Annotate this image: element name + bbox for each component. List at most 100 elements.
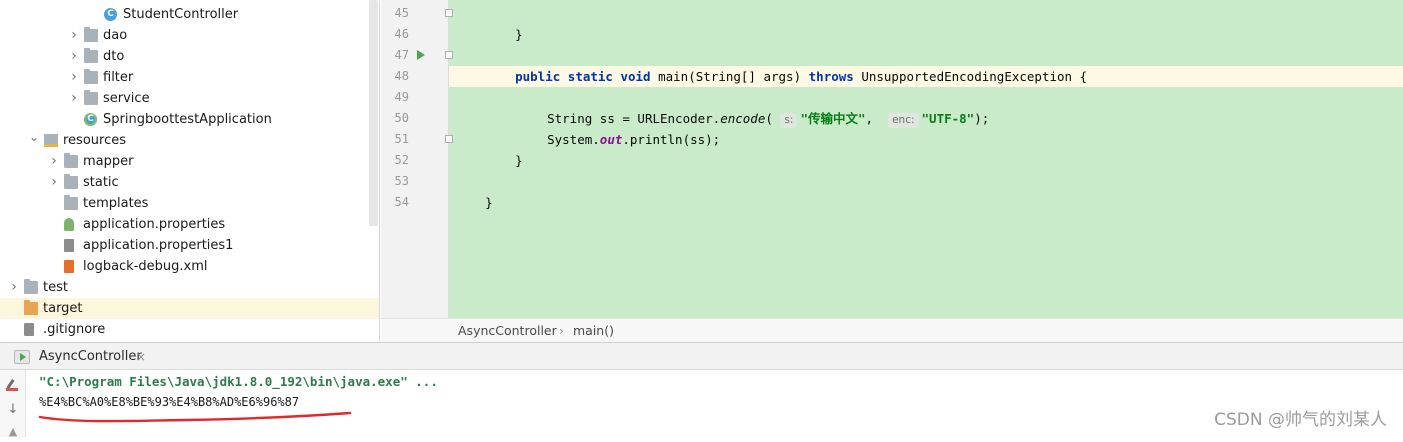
tree-item-label: templates bbox=[83, 196, 149, 211]
chevron-right-icon[interactable]: › bbox=[68, 46, 80, 67]
tree-item-label: SpringboottestApplication bbox=[103, 112, 272, 127]
method-signature: main(String[] args) bbox=[658, 69, 802, 84]
tree-item[interactable]: .gitignore bbox=[0, 319, 379, 340]
exception-type: UnsupportedEncodingException { bbox=[861, 69, 1088, 84]
console-command-line: "C:\Program Files\Java\jdk1.8.0_192\bin\… bbox=[39, 374, 438, 389]
tree-item-label: .gitignore bbox=[43, 322, 106, 337]
run-tab-label: AsyncController bbox=[39, 349, 142, 364]
breadcrumb-separator: › bbox=[559, 323, 564, 338]
tree-item[interactable]: › filter bbox=[0, 67, 379, 88]
folder-icon bbox=[24, 279, 38, 294]
tree-item-label: filter bbox=[103, 70, 134, 85]
watermark: CSDN @帅气的刘某人 bbox=[1214, 410, 1387, 430]
tree-item[interactable]: templates bbox=[0, 193, 379, 214]
red-underline-annotation bbox=[38, 411, 352, 423]
line-number: 49 bbox=[394, 90, 409, 104]
folder-icon bbox=[84, 27, 98, 42]
arrow-up-icon[interactable]: ▲ bbox=[5, 426, 21, 442]
line-number: 47 bbox=[394, 48, 409, 62]
chevron-right-icon[interactable]: › bbox=[68, 67, 80, 88]
code-line-47[interactable]: public static void main(String[] args) t… bbox=[455, 45, 1087, 84]
line-number: 46 bbox=[394, 27, 409, 41]
line-number: 54 bbox=[394, 195, 409, 209]
fold-icon[interactable] bbox=[445, 51, 453, 59]
tree-item-label: logback-debug.xml bbox=[83, 259, 208, 274]
resources-folder-icon bbox=[44, 134, 58, 147]
chevron-down-icon[interactable]: ⌄ bbox=[28, 130, 40, 151]
xml-file-icon bbox=[64, 260, 74, 273]
line-number: 50 bbox=[394, 111, 409, 125]
tree-item-label: static bbox=[83, 175, 119, 190]
string-literal-utf8: "UTF-8" bbox=[921, 111, 975, 126]
param-hint-s: s: bbox=[780, 113, 798, 128]
breadcrumb-method[interactable]: main() bbox=[573, 319, 614, 343]
class-icon: C bbox=[104, 8, 117, 21]
throws-keyword: throws bbox=[808, 69, 854, 84]
breadcrumb: AsyncController › main() bbox=[381, 318, 1403, 342]
run-toolbar: ↓ ▲ bbox=[0, 370, 26, 438]
code-line-53[interactable]: } bbox=[455, 171, 493, 210]
spring-class-icon: C bbox=[84, 113, 97, 126]
code-line-45[interactable]: } bbox=[455, 3, 523, 42]
tree-item[interactable]: › dao bbox=[0, 25, 379, 46]
spring-properties-icon bbox=[64, 218, 74, 231]
chevron-right-icon[interactable]: › bbox=[48, 172, 60, 193]
out-field: out bbox=[599, 132, 623, 147]
keyword: public static void bbox=[515, 69, 651, 84]
tree-item-label: test bbox=[43, 280, 68, 295]
tree-item[interactable]: application.properties1 bbox=[0, 235, 379, 256]
tree-item[interactable]: application.properties bbox=[0, 214, 379, 235]
tree-item-label: resources bbox=[63, 133, 127, 148]
code-line-51[interactable]: } bbox=[455, 129, 523, 168]
pencil-icon[interactable] bbox=[5, 378, 21, 394]
folder-icon bbox=[84, 90, 98, 105]
tree-item[interactable]: › mapper bbox=[0, 151, 379, 172]
line-number: 53 bbox=[394, 174, 409, 188]
text-file-icon bbox=[64, 239, 74, 252]
run-console[interactable]: ↓ ▲ "C:\Program Files\Java\jdk1.8.0_192\… bbox=[0, 370, 1403, 438]
tree-item-label: dto bbox=[103, 49, 125, 64]
line-number: 52 bbox=[394, 153, 409, 167]
tree-item-label: service bbox=[103, 91, 150, 106]
project-tree[interactable]: C StudentController › dao › dto › filter › servic… bbox=[0, 0, 380, 341]
tree-item[interactable]: › static bbox=[0, 172, 379, 193]
chevron-right-icon[interactable]: › bbox=[68, 25, 80, 46]
folder-icon bbox=[64, 174, 78, 189]
sort-down-icon[interactable]: ↓ bbox=[5, 402, 21, 418]
close-icon[interactable]: × bbox=[136, 347, 146, 367]
breadcrumb-class[interactable]: AsyncController bbox=[458, 319, 557, 343]
folder-icon bbox=[84, 69, 98, 84]
tree-item[interactable]: ⌄ resources bbox=[0, 130, 379, 151]
tree-item[interactable]: logback-debug.xml bbox=[0, 256, 379, 277]
tree-item[interactable]: C SpringboottestApplication bbox=[0, 109, 379, 130]
editor-gutter[interactable]: 45 46 47 48 49 50 51 52 53 54 bbox=[381, 0, 449, 318]
excluded-folder-icon bbox=[24, 300, 38, 315]
folder-icon bbox=[64, 195, 78, 210]
text-file-icon bbox=[24, 323, 34, 336]
line-number: 48 bbox=[394, 69, 409, 83]
code-editor[interactable]: 45 46 47 48 49 50 51 52 53 54 } public static voi… bbox=[381, 0, 1403, 318]
tree-item[interactable]: C StudentController bbox=[0, 4, 379, 25]
code-line-50[interactable]: System.out.println(ss); bbox=[455, 108, 720, 147]
tree-item-label: application.properties1 bbox=[83, 238, 234, 253]
fold-icon[interactable] bbox=[445, 9, 453, 17]
param-hint-enc: enc: bbox=[888, 113, 919, 128]
encode-method: encode bbox=[720, 111, 766, 126]
line-number: 51 bbox=[394, 132, 409, 146]
folder-icon bbox=[84, 48, 98, 63]
chevron-right-icon[interactable]: › bbox=[48, 151, 60, 172]
tree-item-label: StudentController bbox=[123, 7, 239, 22]
tree-item[interactable]: › dto bbox=[0, 46, 379, 67]
run-gutter-icon[interactable] bbox=[417, 50, 425, 60]
tree-item[interactable]: › service bbox=[0, 88, 379, 109]
line-number: 45 bbox=[394, 6, 409, 20]
fold-icon[interactable] bbox=[445, 135, 453, 143]
tree-scrollbar[interactable] bbox=[369, 0, 378, 226]
string-literal: "传输中文" bbox=[800, 111, 866, 126]
chevron-right-icon[interactable]: › bbox=[68, 88, 80, 109]
tree-item-label: dao bbox=[103, 28, 128, 43]
code-line-49[interactable]: String ss = URLEncoder.encode( s: "传输中文",… bbox=[455, 87, 989, 128]
chevron-right-icon[interactable]: › bbox=[8, 277, 20, 298]
tree-item[interactable]: › test bbox=[0, 277, 379, 298]
tree-item[interactable]: target bbox=[0, 298, 379, 319]
